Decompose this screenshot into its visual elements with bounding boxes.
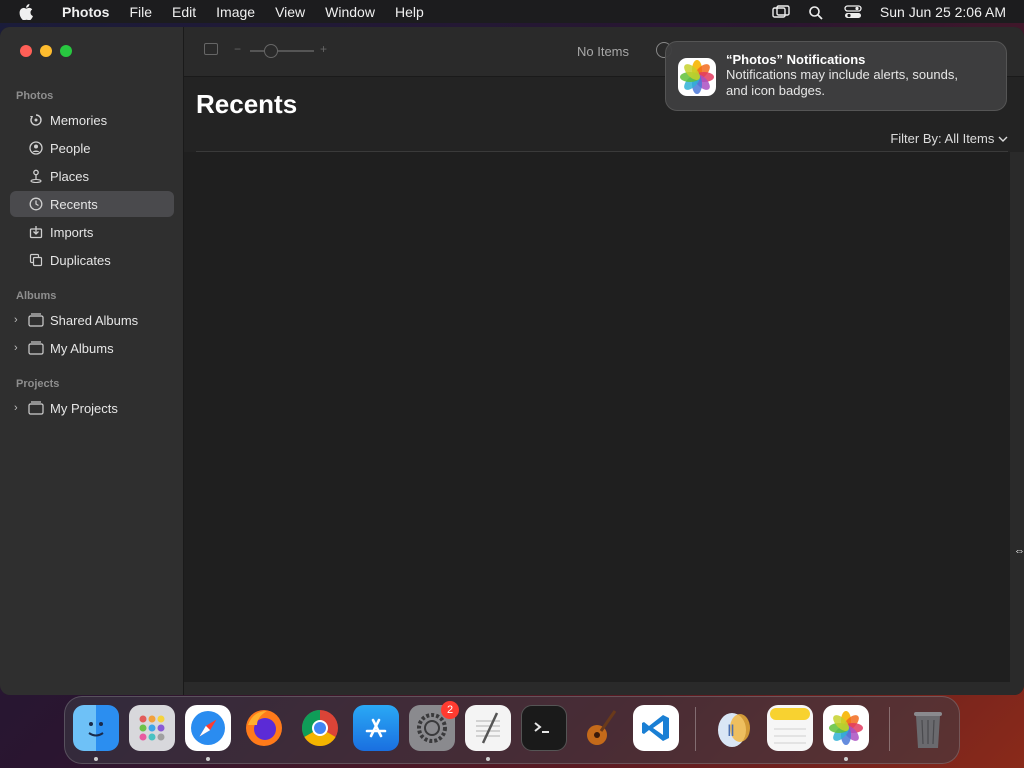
preview-icon[interactable]: Ⅱ — [711, 705, 757, 751]
imports-icon — [28, 225, 44, 239]
firefox-icon[interactable] — [241, 705, 287, 751]
running-indicator — [206, 757, 210, 761]
dock-separator — [889, 707, 890, 751]
safari-icon[interactable] — [185, 705, 231, 751]
zoom-slider-knob[interactable] — [264, 44, 278, 58]
system-settings-icon[interactable]: 2 — [409, 701, 459, 751]
sidebar-item-people[interactable]: People — [10, 135, 174, 161]
search-icon[interactable] — [808, 5, 826, 20]
folder-icon — [28, 401, 44, 415]
photos-window: Photos Memories People Places Recents Im… — [0, 27, 1024, 695]
photos-app-icon — [678, 58, 716, 96]
trash-icon[interactable] — [905, 705, 951, 751]
section-label-albums: Albums — [16, 290, 57, 302]
terminal-icon[interactable] — [521, 705, 567, 751]
sidebar: Photos Memories People Places Recents Im… — [0, 27, 184, 695]
sidebar-item-label: Places — [50, 168, 90, 184]
menu-view[interactable]: View — [265, 4, 315, 20]
notes-icon[interactable] — [767, 705, 813, 751]
sidebar-item-label: People — [50, 140, 91, 156]
page-title: Recents — [196, 89, 298, 119]
notification-badge: 2 — [441, 701, 459, 719]
window-controls — [20, 45, 72, 57]
people-icon — [28, 141, 44, 155]
resize-cursor-icon: ⇔ — [1014, 545, 1024, 557]
menu-help[interactable]: Help — [385, 4, 434, 20]
sidebar-item-shared-albums[interactable]: › Shared Albums — [10, 307, 174, 333]
menu-bar: Photos File Edit Image View Window Help … — [0, 0, 1024, 23]
sidebar-item-label: My Projects — [50, 400, 118, 416]
chevron-right-icon[interactable]: › — [14, 314, 18, 326]
places-icon — [28, 169, 44, 183]
shared-albums-icon — [28, 313, 44, 327]
sidebar-item-my-projects[interactable]: › My Projects — [10, 395, 174, 421]
maximize-window-button[interactable] — [60, 45, 72, 57]
section-label-photos: Photos — [16, 90, 54, 102]
scrollbar[interactable] — [1010, 152, 1024, 682]
garageband-icon[interactable] — [577, 705, 623, 751]
item-count-status: No Items — [577, 44, 630, 59]
chevron-right-icon[interactable]: › — [14, 402, 18, 414]
svg-text:Ⅱ: Ⅱ — [727, 721, 735, 740]
sidebar-item-recents[interactable]: Recents — [10, 191, 174, 217]
close-window-button[interactable] — [20, 45, 32, 57]
sidebar-item-label: Memories — [50, 112, 108, 128]
slideshow-icon[interactable] — [204, 43, 218, 55]
bottom-bar — [184, 682, 1024, 695]
control-center-icon[interactable] — [844, 4, 862, 19]
running-indicator — [94, 757, 98, 761]
notification-text: “Photos” Notifications Notifications may… — [726, 52, 958, 99]
zoom-in-icon[interactable]: + — [320, 42, 327, 56]
apple-menu-icon[interactable] — [0, 3, 52, 20]
finder-icon[interactable] — [73, 705, 119, 751]
notification-body-line1: Notifications may include alerts, sounds… — [726, 67, 958, 82]
menu-edit[interactable]: Edit — [162, 4, 206, 20]
sidebar-item-label: Imports — [50, 224, 94, 240]
launchpad-icon[interactable] — [129, 705, 175, 751]
sidebar-item-label: Duplicates — [50, 252, 111, 268]
menu-image[interactable]: Image — [206, 4, 265, 20]
textedit-icon[interactable] — [465, 705, 511, 751]
notification-banner[interactable]: “Photos” Notifications Notifications may… — [665, 41, 1007, 111]
chevron-down-icon — [998, 131, 1008, 146]
vscode-icon[interactable] — [633, 705, 679, 751]
sidebar-item-label: Recents — [50, 196, 98, 212]
memories-icon — [28, 113, 44, 127]
minimize-window-button[interactable] — [40, 45, 52, 57]
sidebar-item-places[interactable]: Places — [10, 163, 174, 189]
sidebar-item-imports[interactable]: Imports — [10, 219, 174, 245]
screen-mirroring-icon[interactable] — [772, 4, 790, 19]
sidebar-item-label: Shared Albums — [50, 312, 139, 328]
recents-icon — [28, 197, 44, 211]
dock: 2 Ⅱ — [64, 696, 960, 764]
filter-label: Filter By: All Items — [890, 131, 995, 146]
sidebar-item-label: My Albums — [50, 340, 114, 356]
dock-separator — [695, 707, 696, 751]
sidebar-item-memories[interactable]: Memories — [10, 107, 174, 133]
menu-file[interactable]: File — [119, 4, 162, 20]
zoom-out-icon[interactable]: − — [234, 42, 241, 56]
filter-dropdown[interactable]: Filter By: All Items — [890, 131, 1008, 146]
section-label-projects: Projects — [16, 378, 60, 390]
menu-clock[interactable]: Sun Jun 25 2:06 AM — [880, 4, 1006, 20]
sidebar-item-my-albums[interactable]: › My Albums — [10, 335, 174, 361]
chrome-icon[interactable] — [297, 705, 343, 751]
chevron-right-icon[interactable]: › — [14, 342, 18, 354]
zoom-slider-track[interactable] — [250, 50, 314, 52]
menu-app-name[interactable]: Photos — [52, 4, 119, 20]
app-store-icon[interactable] — [353, 705, 399, 751]
folder-icon — [28, 341, 44, 355]
notification-title: “Photos” Notifications — [726, 52, 866, 67]
sidebar-item-duplicates[interactable]: Duplicates — [10, 247, 174, 273]
running-indicator — [486, 757, 490, 761]
notification-body-line2: and icon badges. — [726, 83, 826, 98]
menu-window[interactable]: Window — [315, 4, 385, 20]
photos-icon[interactable] — [823, 705, 869, 751]
main-content: − + No Items Recents Filter By: All Item… — [184, 27, 1024, 695]
running-indicator — [844, 757, 848, 761]
duplicates-icon — [28, 253, 44, 267]
photo-grid-area[interactable] — [184, 152, 1010, 682]
